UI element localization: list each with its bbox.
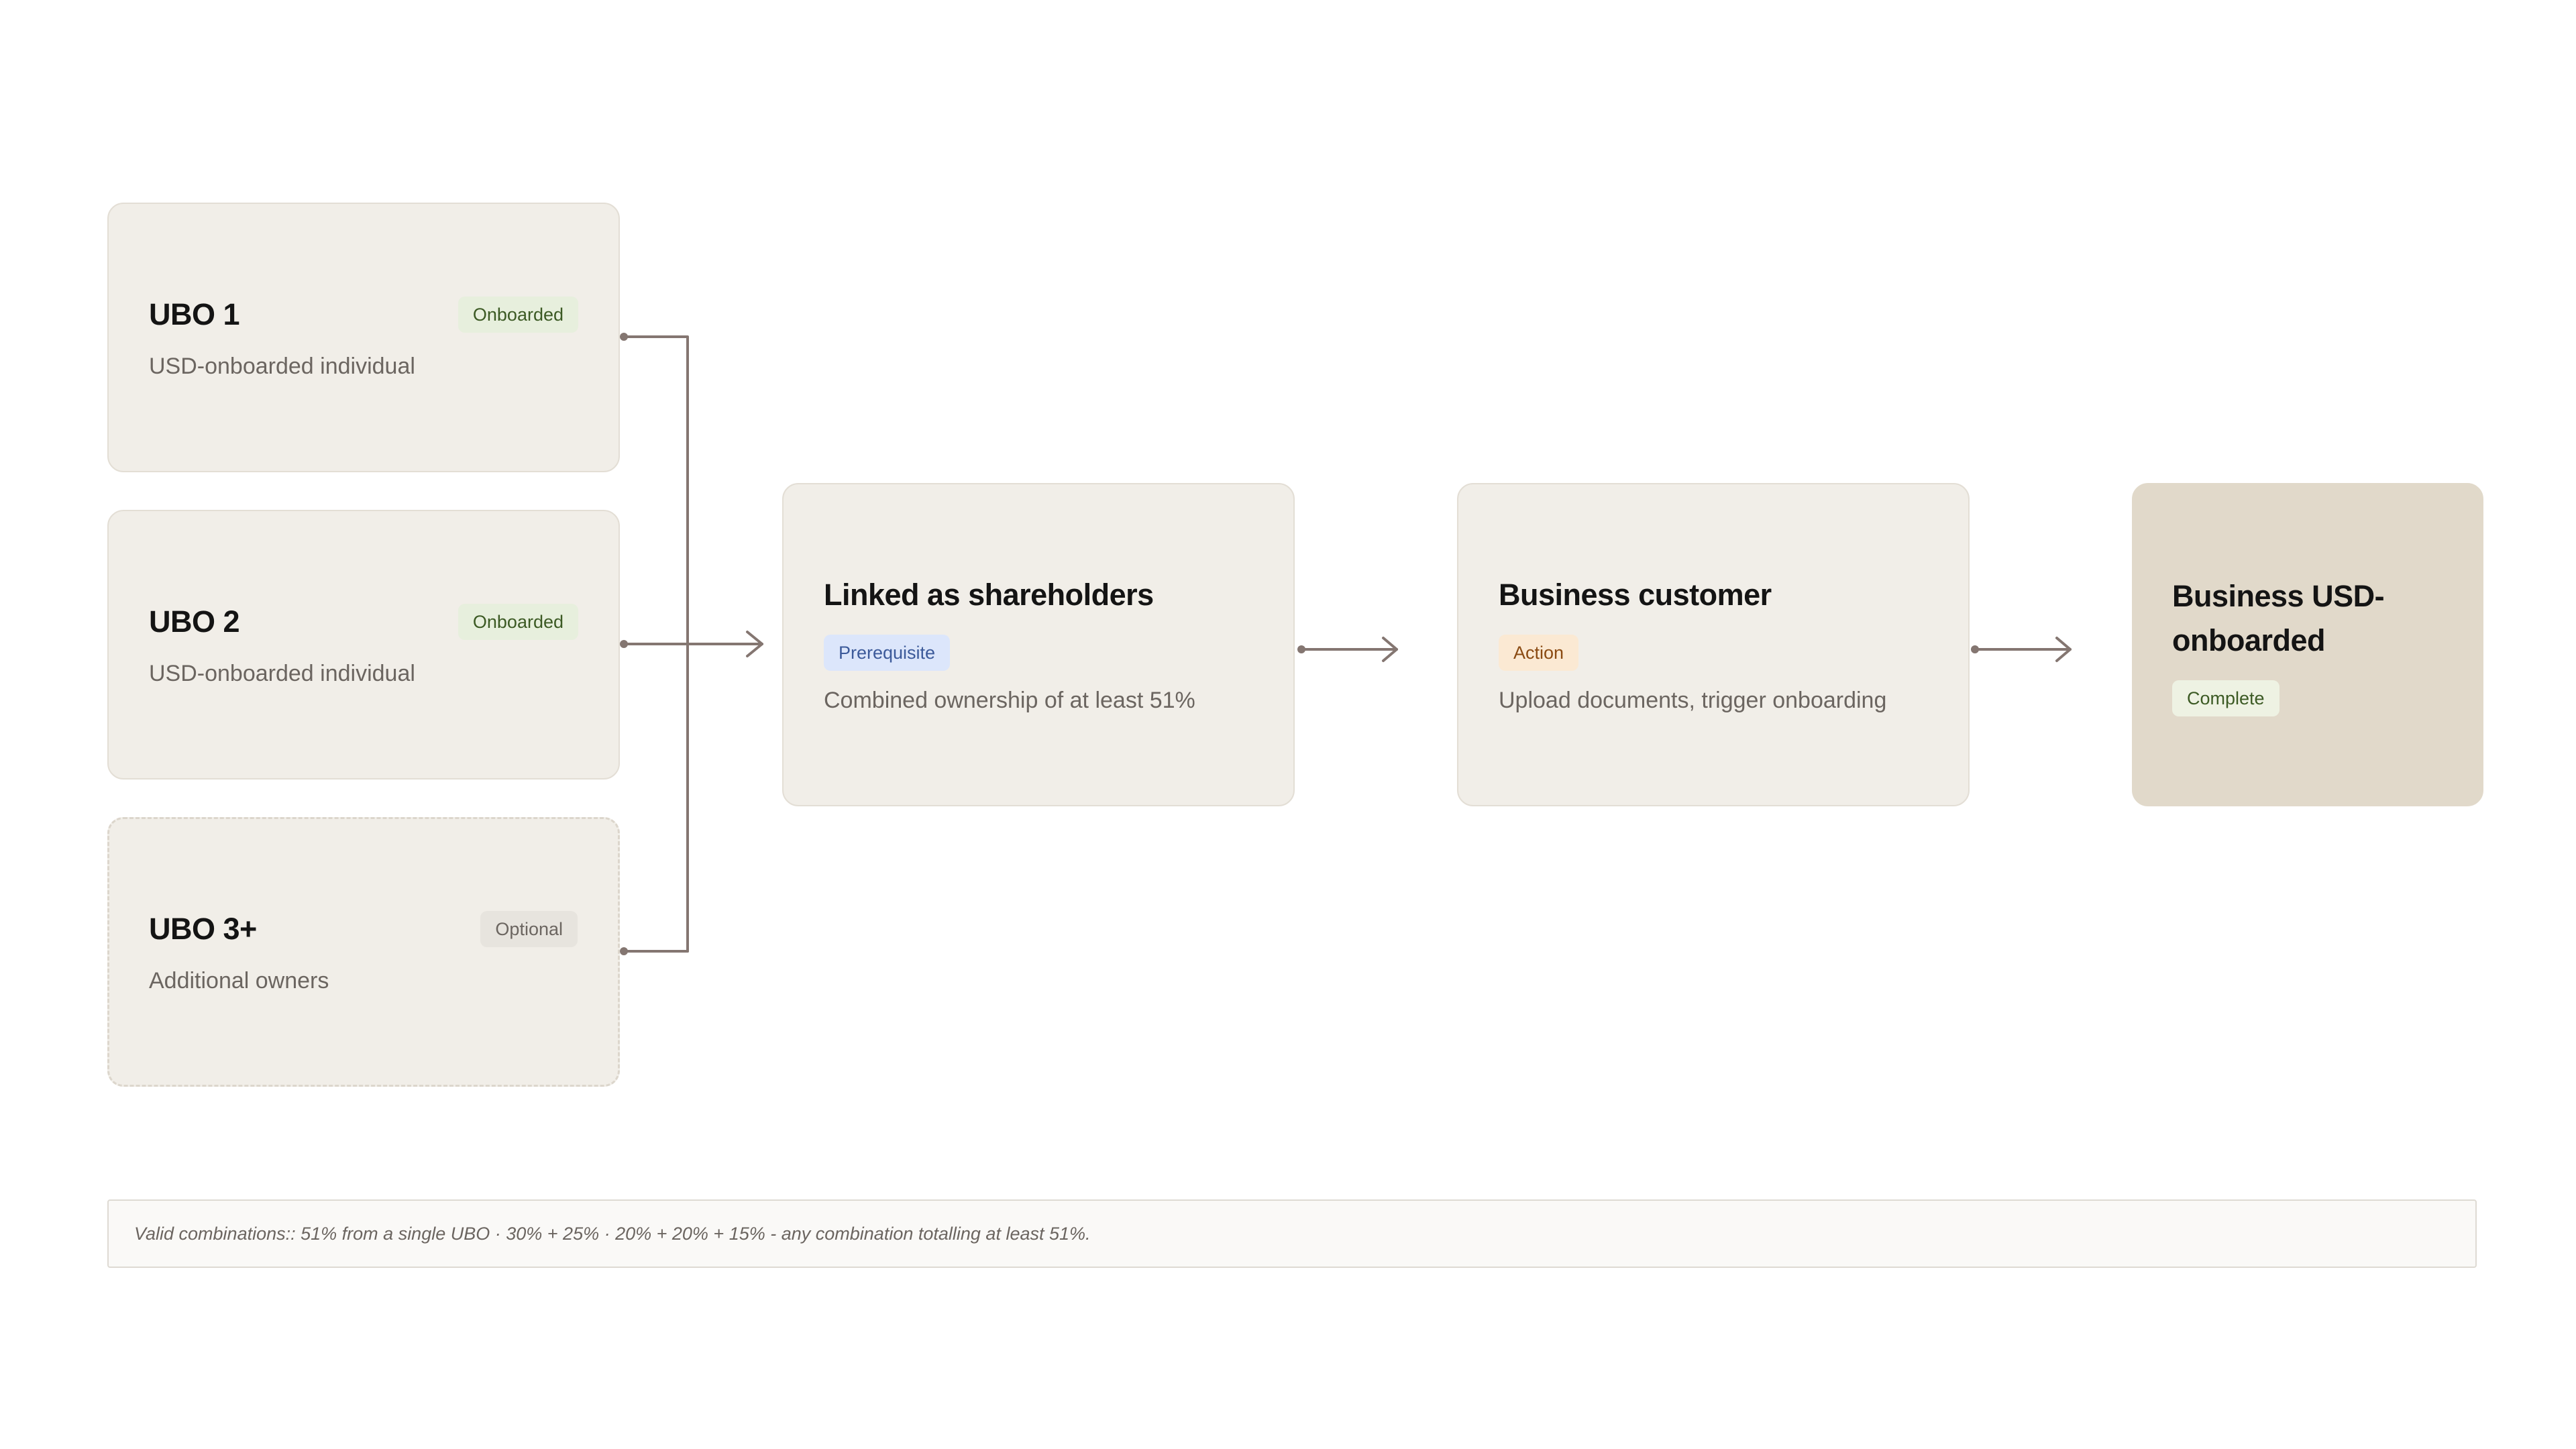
ubo-1-card: UBO 1 Onboarded USD-onboarded individual xyxy=(107,203,620,472)
business-customer-step-card: Business customer Action Upload document… xyxy=(1457,483,1970,806)
ubo-1-connector-dot xyxy=(620,333,628,341)
ubo-2-connector-dot xyxy=(620,640,628,648)
shareholders-connector-dot xyxy=(1297,645,1305,653)
business-onboarded-final-card: Business USD- onboarded Complete xyxy=(2132,483,2483,806)
shareholders-to-business-arrowhead xyxy=(1382,637,1398,662)
shareholders-step-description: Combined ownership of at least 51% xyxy=(824,688,1195,713)
business-connector-dot xyxy=(1971,645,1979,653)
ubo-1-connector xyxy=(623,335,689,953)
ubo-1-title: UBO 1 xyxy=(149,297,240,331)
ubo-2-description: USD-onboarded individual xyxy=(149,661,415,686)
ubo-3-status-badge: Optional xyxy=(480,911,578,947)
ubo-2-title: UBO 2 xyxy=(149,604,240,639)
shareholders-step-badge: Prerequisite xyxy=(824,635,951,671)
final-title-line-1: Business USD- xyxy=(2172,579,2385,613)
ubo-3-connector-dot xyxy=(620,947,628,955)
valid-combinations-note: Valid combinations:: 51% from a single U… xyxy=(107,1199,2477,1268)
ubo-3-card: UBO 3+ Optional Additional owners xyxy=(107,817,620,1087)
final-title-line-2: onboarded xyxy=(2172,623,2326,657)
ubo-1-status-badge: Onboarded xyxy=(458,297,578,333)
ubo-3-description: Additional owners xyxy=(149,968,329,994)
shareholders-step-title: Linked as shareholders xyxy=(824,578,1154,612)
ubo-3-title: UBO 3+ xyxy=(149,912,257,946)
ubo-2-card: UBO 2 Onboarded USD-onboarded individual xyxy=(107,510,620,780)
business-customer-step-title: Business customer xyxy=(1499,578,1772,612)
ubo-merge-arrowhead xyxy=(746,631,763,657)
business-to-final-arrowhead xyxy=(2055,637,2072,662)
shareholders-step-card: Linked as shareholders Prerequisite Comb… xyxy=(782,483,1295,806)
business-customer-step-badge: Action xyxy=(1499,635,1579,671)
ubo-2-status-badge: Onboarded xyxy=(458,604,578,640)
ubo-1-description: USD-onboarded individual xyxy=(149,354,415,379)
final-complete-badge: Complete xyxy=(2172,680,2279,716)
business-customer-step-description: Upload documents, trigger onboarding xyxy=(1499,688,1887,713)
